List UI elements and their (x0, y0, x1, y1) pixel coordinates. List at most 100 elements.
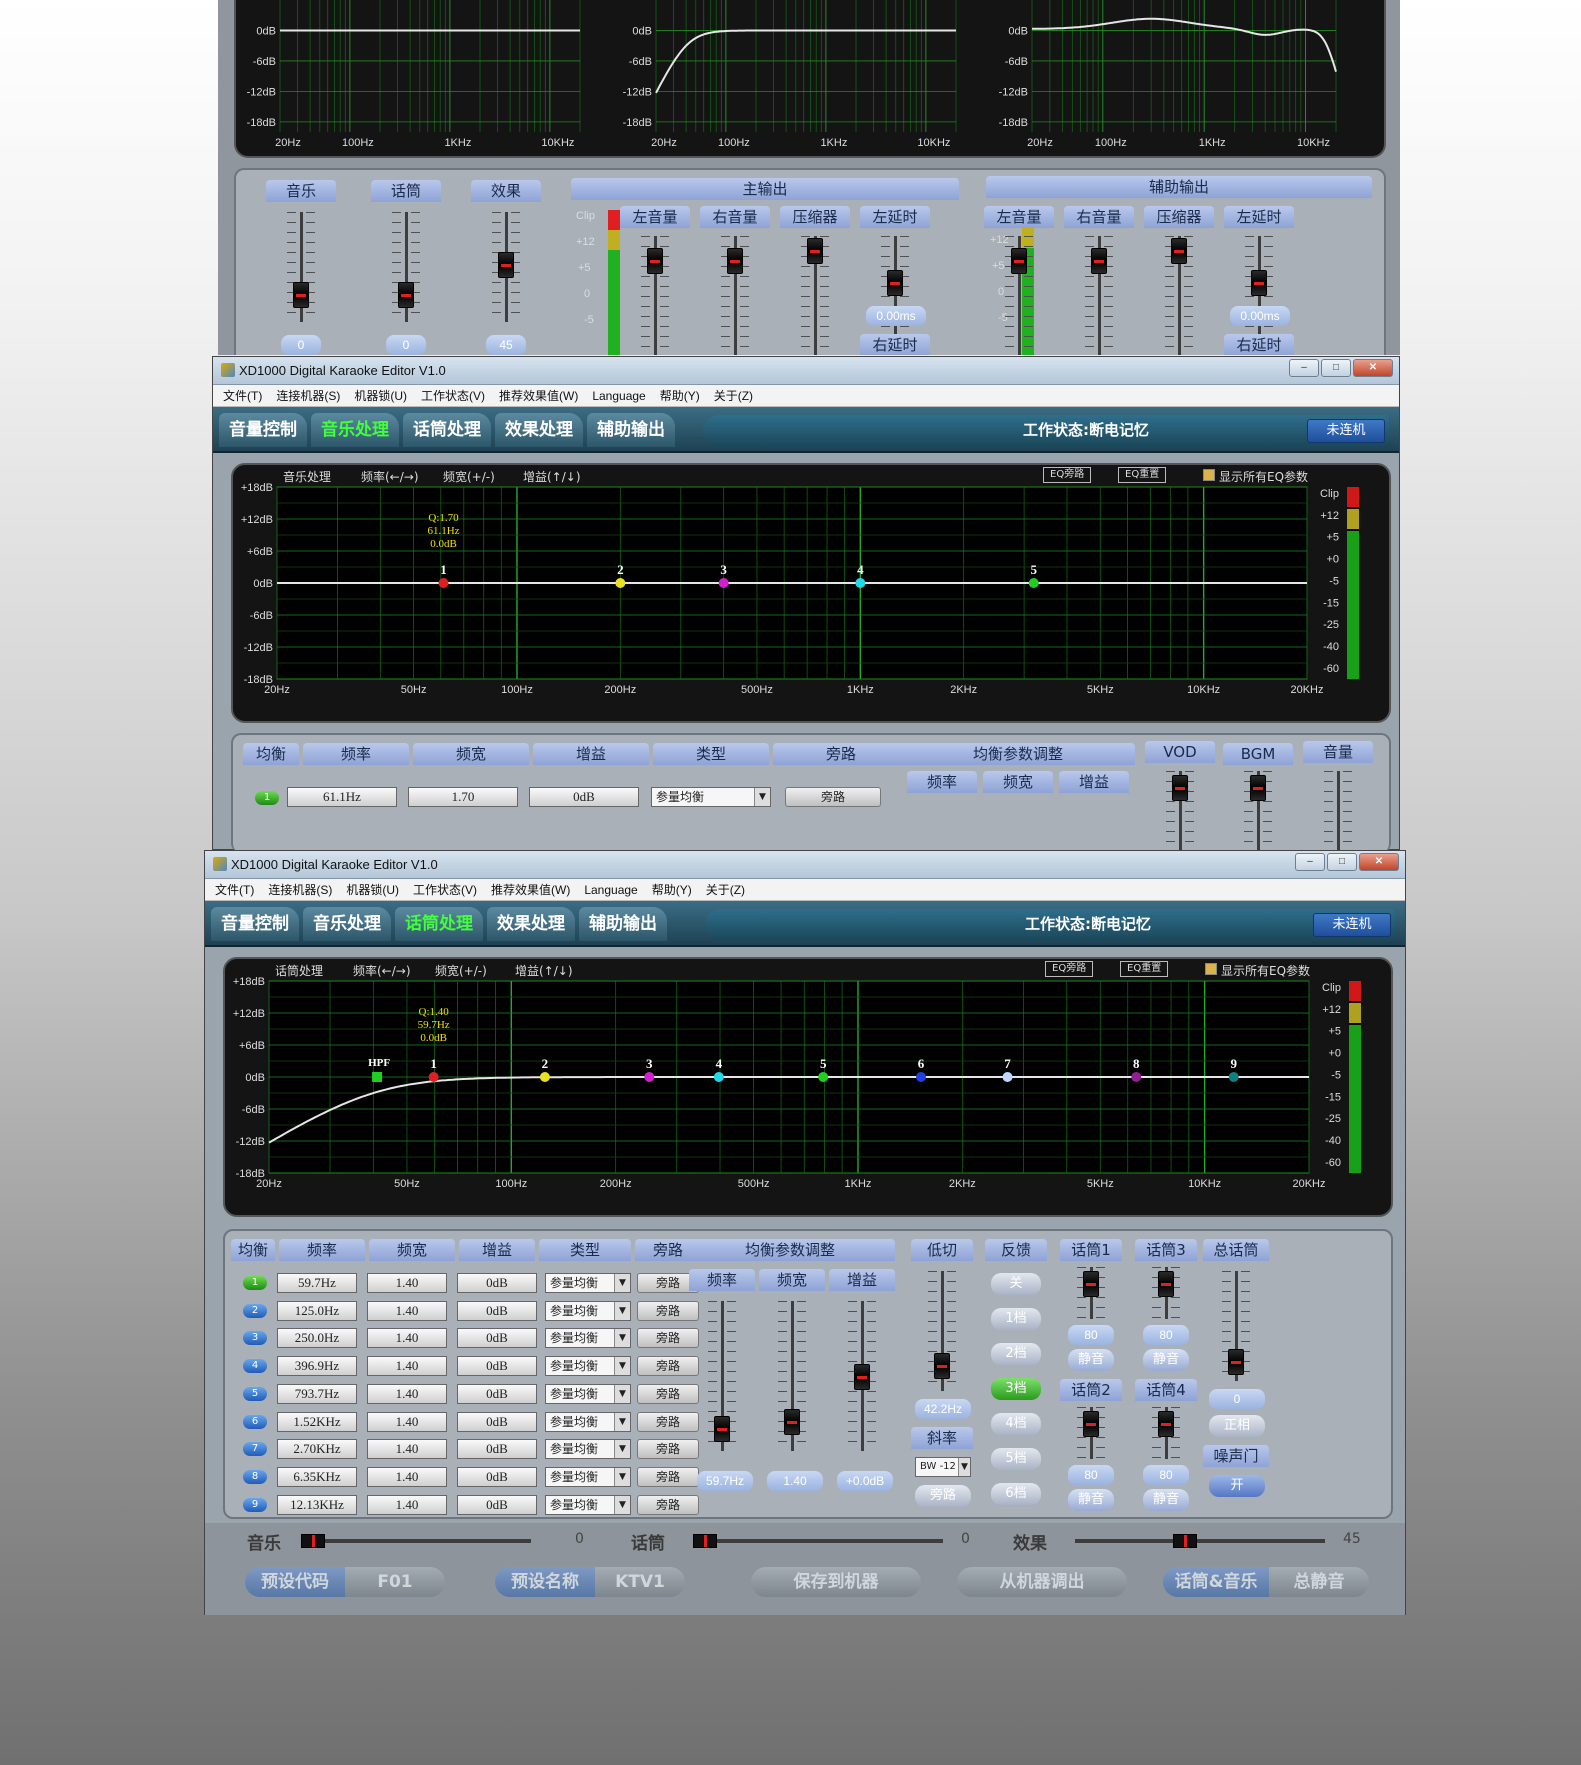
eq-point-1[interactable] (438, 578, 449, 588)
effect-slider-knob[interactable] (1173, 1534, 1197, 1548)
eq-row-number[interactable]: 8 (243, 1469, 267, 1484)
eq-point-5[interactable] (818, 1072, 829, 1082)
eq-row-q[interactable]: 1.40 (367, 1466, 447, 1487)
mic-2-fader[interactable] (1071, 1407, 1111, 1459)
mic-2-mute[interactable]: 静音 (1068, 1489, 1114, 1511)
menu-item[interactable]: 工作状态(V) (413, 881, 477, 898)
mic-eq-plot[interactable]: +18dB+12dB+6dB0dB-6dB-12dB-18dB20Hz 50Hz 1… (225, 959, 1395, 1219)
load-from-device-button[interactable]: 从机器调出 (957, 1567, 1127, 1597)
connection-button[interactable]: 未连机 (1307, 419, 1385, 443)
mic-slider-knob[interactable] (693, 1534, 717, 1548)
lowcut-fader[interactable] (922, 1271, 962, 1391)
menu-item[interactable]: Language (592, 389, 645, 403)
eq-row-gain[interactable]: 0dB (529, 787, 639, 807)
eq-row-number[interactable]: 2 (243, 1303, 267, 1318)
mic-music-button[interactable]: 话筒&音乐 (1163, 1567, 1269, 1597)
music-fader[interactable] (281, 212, 321, 322)
tab-0[interactable]: 音量控制 (211, 907, 299, 941)
menu-item[interactable]: 连接机器(S) (268, 881, 332, 898)
eq-row-gain[interactable]: 0dB (457, 1439, 537, 1460)
eq-row-type[interactable]: 参量均衡 ▼ (545, 1494, 631, 1515)
tab-1[interactable]: 音乐处理 (311, 413, 399, 447)
eq-row-number[interactable]: 5 (243, 1386, 267, 1401)
eq-row-number[interactable]: 1 (255, 791, 279, 805)
eq-row-type[interactable]: 参量均衡 ▼ (545, 1356, 631, 1377)
save-to-device-button[interactable]: 保存到机器 (751, 1567, 921, 1597)
eq-row-q[interactable]: 1.40 (367, 1411, 447, 1432)
eq-row-gain[interactable]: 0dB (457, 1328, 537, 1349)
minimize-icon[interactable]: – (1295, 853, 1325, 871)
eq-row-bypass[interactable]: 旁路 (637, 1356, 699, 1377)
maximize-icon[interactable]: □ (1327, 853, 1357, 871)
eq-row-type[interactable]: 参量均衡 ▼ (545, 1273, 631, 1293)
eq-row-gain[interactable]: 0dB (457, 1300, 537, 1321)
vod-fader[interactable] (1160, 771, 1200, 851)
eq-row-type[interactable]: 参量均衡 ▼ (545, 1411, 631, 1432)
eq-row-gain[interactable]: 0dB (457, 1494, 537, 1515)
connection-button[interactable]: 未连机 (1313, 913, 1391, 937)
mic-slider[interactable] (693, 1539, 943, 1543)
eq-row-q[interactable]: 1.40 (367, 1273, 447, 1293)
eq-row-q[interactable]: 1.40 (367, 1383, 447, 1404)
menu-item[interactable]: 文件(T) (215, 881, 254, 898)
music-eq-plot[interactable]: +18dB+12dB+6dB0dB-6dB-12dB-18dB20Hz 50Hz 1… (233, 465, 1393, 725)
tab-2[interactable]: 话筒处理 (403, 413, 491, 447)
eq-row-bypass[interactable]: 旁路 (637, 1328, 699, 1349)
tab-4[interactable]: 辅助输出 (587, 413, 675, 447)
eq-point-2[interactable] (539, 1072, 550, 1082)
menu-item[interactable]: 机器锁(U) (346, 881, 399, 898)
eq-row-type[interactable]: 参量均衡 ▼ (545, 1383, 631, 1404)
eq-row-gain[interactable]: 0dB (457, 1273, 537, 1293)
menu-item[interactable]: Language (584, 883, 637, 897)
eq-point-6[interactable] (916, 1072, 927, 1082)
sub-fader[interactable] (1159, 236, 1199, 355)
menu-item[interactable]: 文件(T) (223, 387, 262, 404)
eq-point-3[interactable] (644, 1072, 655, 1082)
mic-0-fader[interactable] (1071, 1267, 1111, 1319)
eq-point-3[interactable] (718, 578, 729, 588)
tab-3[interactable]: 效果处理 (487, 907, 575, 941)
tab-4[interactable]: 辅助输出 (579, 907, 667, 941)
eq-row-q[interactable]: 1.40 (367, 1356, 447, 1377)
bgm-fader[interactable] (1238, 771, 1278, 851)
total-mic-fader[interactable] (1216, 1271, 1256, 1381)
maximize-icon[interactable]: □ (1321, 359, 1351, 377)
eq-row-number[interactable]: 9 (243, 1497, 267, 1512)
preset-name-value[interactable]: KTV1 (595, 1567, 685, 1597)
sub-fader[interactable] (795, 236, 835, 355)
eq-row-bypass[interactable]: 旁路 (637, 1383, 699, 1404)
tab-1[interactable]: 音乐处理 (303, 907, 391, 941)
eq-row-number[interactable]: 4 (243, 1359, 267, 1374)
mic-3-fader[interactable] (1146, 1407, 1186, 1459)
menu-item[interactable]: 帮助(Y) (660, 387, 700, 404)
eq-row-type[interactable]: 参量均衡 ▼ (545, 1466, 631, 1487)
eq-row-type[interactable]: 参量均衡 ▼ (545, 1439, 631, 1460)
eq-row-bypass[interactable]: 旁路 (785, 787, 881, 807)
preset-code-value[interactable]: F01 (345, 1567, 445, 1597)
minimize-icon[interactable]: – (1289, 359, 1319, 377)
eq-point-4[interactable] (855, 578, 866, 588)
tab-3[interactable]: 效果处理 (495, 413, 583, 447)
eq-row-q[interactable]: 1.40 (367, 1494, 447, 1515)
eq-row-q[interactable]: 1.40 (367, 1439, 447, 1460)
hpf-marker[interactable] (372, 1072, 383, 1082)
eq-row-freq[interactable]: 61.1Hz (287, 787, 397, 807)
sub-fader[interactable] (1079, 236, 1119, 355)
eq-row-bypass[interactable]: 旁路 (637, 1439, 699, 1460)
mic-fader[interactable] (386, 212, 426, 322)
eq-point-8[interactable] (1131, 1072, 1142, 1082)
adjust-freq-fader[interactable] (702, 1301, 742, 1451)
eq-row-type[interactable]: 参量均衡 ▼ (651, 787, 771, 807)
feedback-option-2[interactable]: 2档 (991, 1343, 1041, 1365)
adjust-width-fader[interactable] (772, 1301, 812, 1451)
menu-item[interactable]: 连接机器(S) (276, 387, 340, 404)
sub-fader[interactable] (999, 236, 1039, 355)
eq-row-freq[interactable]: 793.7Hz (277, 1383, 357, 1404)
volume-fader[interactable] (1318, 771, 1358, 851)
close-icon[interactable]: ✕ (1359, 853, 1399, 871)
eq-row-bypass[interactable]: 旁路 (637, 1411, 699, 1432)
eq-row-type[interactable]: 参量均衡 ▼ (545, 1300, 631, 1321)
menu-item[interactable]: 关于(Z) (714, 387, 753, 404)
eq-row-number[interactable]: 3 (243, 1331, 267, 1346)
eq-row-freq[interactable]: 6.35KHz (277, 1466, 357, 1487)
